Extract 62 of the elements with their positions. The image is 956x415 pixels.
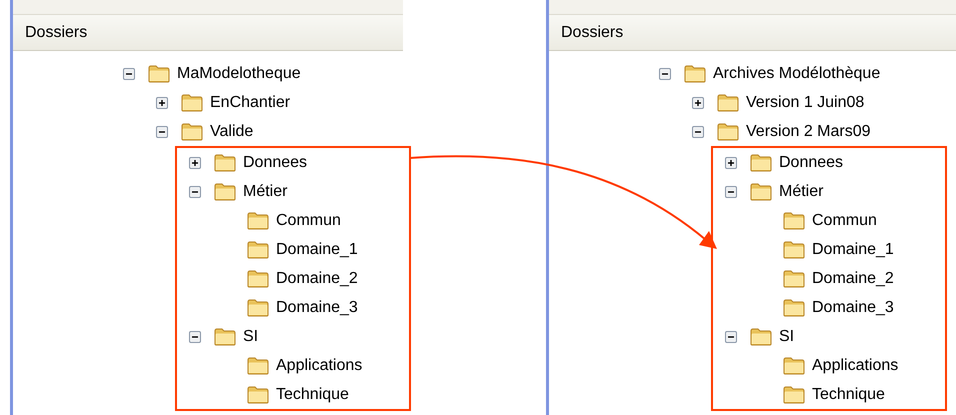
folder-label[interactable]: Métier	[779, 182, 824, 200]
folder-icon	[783, 270, 805, 288]
folder-icon	[214, 328, 236, 346]
folder-label[interactable]: Domaine_1	[812, 240, 894, 258]
folder-label[interactable]: SI	[243, 328, 258, 346]
folder-icon	[783, 386, 805, 404]
expand-icon[interactable]	[156, 96, 168, 108]
folder-icon	[783, 240, 805, 258]
folder-label[interactable]: Applications	[812, 356, 898, 374]
pane-header: Dossiers	[13, 15, 403, 51]
folder-icon	[783, 212, 805, 230]
folder-icon	[750, 328, 772, 346]
folder-label[interactable]: Domaine_2	[812, 270, 894, 288]
folder-label[interactable]: Donnees	[243, 154, 308, 172]
folder-icon	[214, 154, 236, 172]
expand-icon[interactable]	[189, 156, 201, 168]
pane-header: Dossiers	[549, 15, 956, 51]
folder-label[interactable]: Métier	[243, 182, 288, 200]
folder-icon	[750, 182, 772, 200]
folder-label[interactable]: MaModelotheque	[177, 64, 301, 82]
folder-label[interactable]: Technique	[812, 386, 885, 404]
folder-label[interactable]: Domaine_1	[276, 240, 358, 258]
expand-icon[interactable]	[725, 156, 737, 168]
folder-icon	[148, 64, 170, 82]
folder-icon	[684, 64, 706, 82]
folder-icon	[214, 182, 236, 200]
collapse-icon[interactable]	[692, 126, 704, 138]
folder-icon	[783, 298, 805, 316]
folder-icon	[717, 122, 739, 140]
folder-icon	[247, 270, 269, 288]
folder-label[interactable]: EnChantier	[210, 94, 290, 112]
folder-label[interactable]: Version 2 Mars09	[746, 122, 871, 140]
folder-label[interactable]: Archives Modélothèque	[713, 64, 880, 82]
folder-icon	[247, 386, 269, 404]
folder-label[interactable]: Domaine_3	[812, 298, 894, 316]
folder-icon	[783, 356, 805, 374]
folder-icon	[247, 240, 269, 258]
folder-label[interactable]: Applications	[276, 356, 362, 374]
folder-label[interactable]: Domaine_2	[276, 270, 358, 288]
collapse-icon[interactable]	[189, 330, 201, 342]
collapse-icon[interactable]	[189, 186, 201, 198]
folder-label[interactable]: Domaine_3	[276, 298, 358, 316]
folder-icon	[247, 356, 269, 374]
folder-icon	[750, 154, 772, 172]
folder-label[interactable]: Valide	[210, 122, 254, 140]
folder-icon	[717, 94, 739, 112]
folder-label[interactable]: Commun	[812, 212, 877, 230]
collapse-icon[interactable]	[725, 330, 737, 342]
folder-label[interactable]: Version 1 Juin08	[746, 94, 864, 112]
folder-label[interactable]: Technique	[276, 386, 349, 404]
expand-icon[interactable]	[692, 96, 704, 108]
folder-icon	[181, 122, 203, 140]
folder-label[interactable]: Donnees	[779, 154, 844, 172]
collapse-icon[interactable]	[156, 126, 168, 138]
folder-label[interactable]: SI	[779, 328, 794, 346]
collapse-icon[interactable]	[659, 68, 671, 80]
collapse-icon[interactable]	[123, 68, 135, 80]
folder-icon	[247, 212, 269, 230]
folder-label[interactable]: Commun	[276, 212, 341, 230]
folder-icon	[181, 94, 203, 112]
collapse-icon[interactable]	[725, 186, 737, 198]
folder-icon	[247, 298, 269, 316]
